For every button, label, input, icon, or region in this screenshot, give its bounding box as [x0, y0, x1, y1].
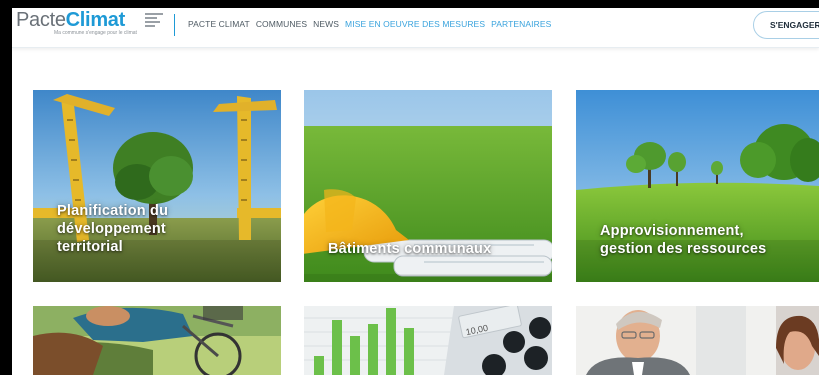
engage-button[interactable]: S'ENGAGER	[753, 11, 819, 39]
logo-word-climat: Climat	[65, 9, 126, 31]
tile-finances[interactable]: 10,00	[304, 306, 552, 375]
site-header: PacteClimat Ma commune s'engage pour le …	[12, 8, 819, 48]
page: PacteClimat Ma commune s'engage pour le …	[12, 8, 819, 375]
nav-item-news[interactable]: NEWS	[313, 19, 339, 29]
tile-planification[interactable]: Planification du développement territori…	[33, 90, 281, 282]
business-people-photo	[576, 306, 819, 375]
tile-label-line: développement	[57, 221, 166, 237]
tile-approvisionnement[interactable]: Approvisionnement, gestion des ressource…	[576, 90, 819, 282]
tile-approvisionnement-label: Approvisionnement, gestion des ressource…	[600, 222, 766, 258]
tile-label-line: Planification du	[57, 203, 169, 219]
nav-item-communes[interactable]: COMMUNES	[256, 19, 307, 29]
logo-tagline: Ma commune s'engage pour le climat	[54, 30, 137, 36]
logo-word-pacte: Pacte	[16, 9, 66, 31]
nav-item-mise-en-oeuvre[interactable]: MISE EN OEUVRE DES MESURES	[345, 19, 485, 29]
tile-mobilite[interactable]	[33, 306, 281, 375]
tile-label-line: Approvisionnement,	[600, 223, 744, 239]
nav-item-pacte-climat[interactable]: PACTE CLIMAT	[188, 19, 250, 29]
cyclist-photo	[33, 306, 281, 375]
main-nav: PACTE CLIMAT COMMUNES NEWS MISE EN OEUVR…	[188, 8, 557, 40]
nav-divider	[174, 14, 175, 36]
engage-button-label: S'ENGAGER	[770, 20, 819, 30]
tile-batiments-label: Bâtiments communaux	[328, 240, 491, 258]
logo-emblem-icon	[145, 13, 163, 27]
logo-wordmark: PacteClimat	[16, 9, 125, 31]
tile-label-line: Bâtiments communaux	[328, 241, 492, 257]
pacte-climat-logo[interactable]: PacteClimat Ma commune s'engage pour le …	[16, 9, 166, 39]
nav-item-partenaires[interactable]: PARTENAIRES	[491, 19, 551, 29]
tile-label-line: gestion des ressources	[600, 241, 767, 257]
tile-communication[interactable]	[576, 306, 819, 375]
tile-batiments[interactable]: Bâtiments communaux	[304, 90, 552, 282]
tile-label-line: territorial	[57, 239, 123, 255]
screen-frame: PacteClimat Ma commune s'engage pour le …	[0, 0, 819, 375]
tile-planification-label: Planification du développement territori…	[57, 202, 168, 256]
chart-calculator-photo: 10,00	[304, 306, 552, 375]
